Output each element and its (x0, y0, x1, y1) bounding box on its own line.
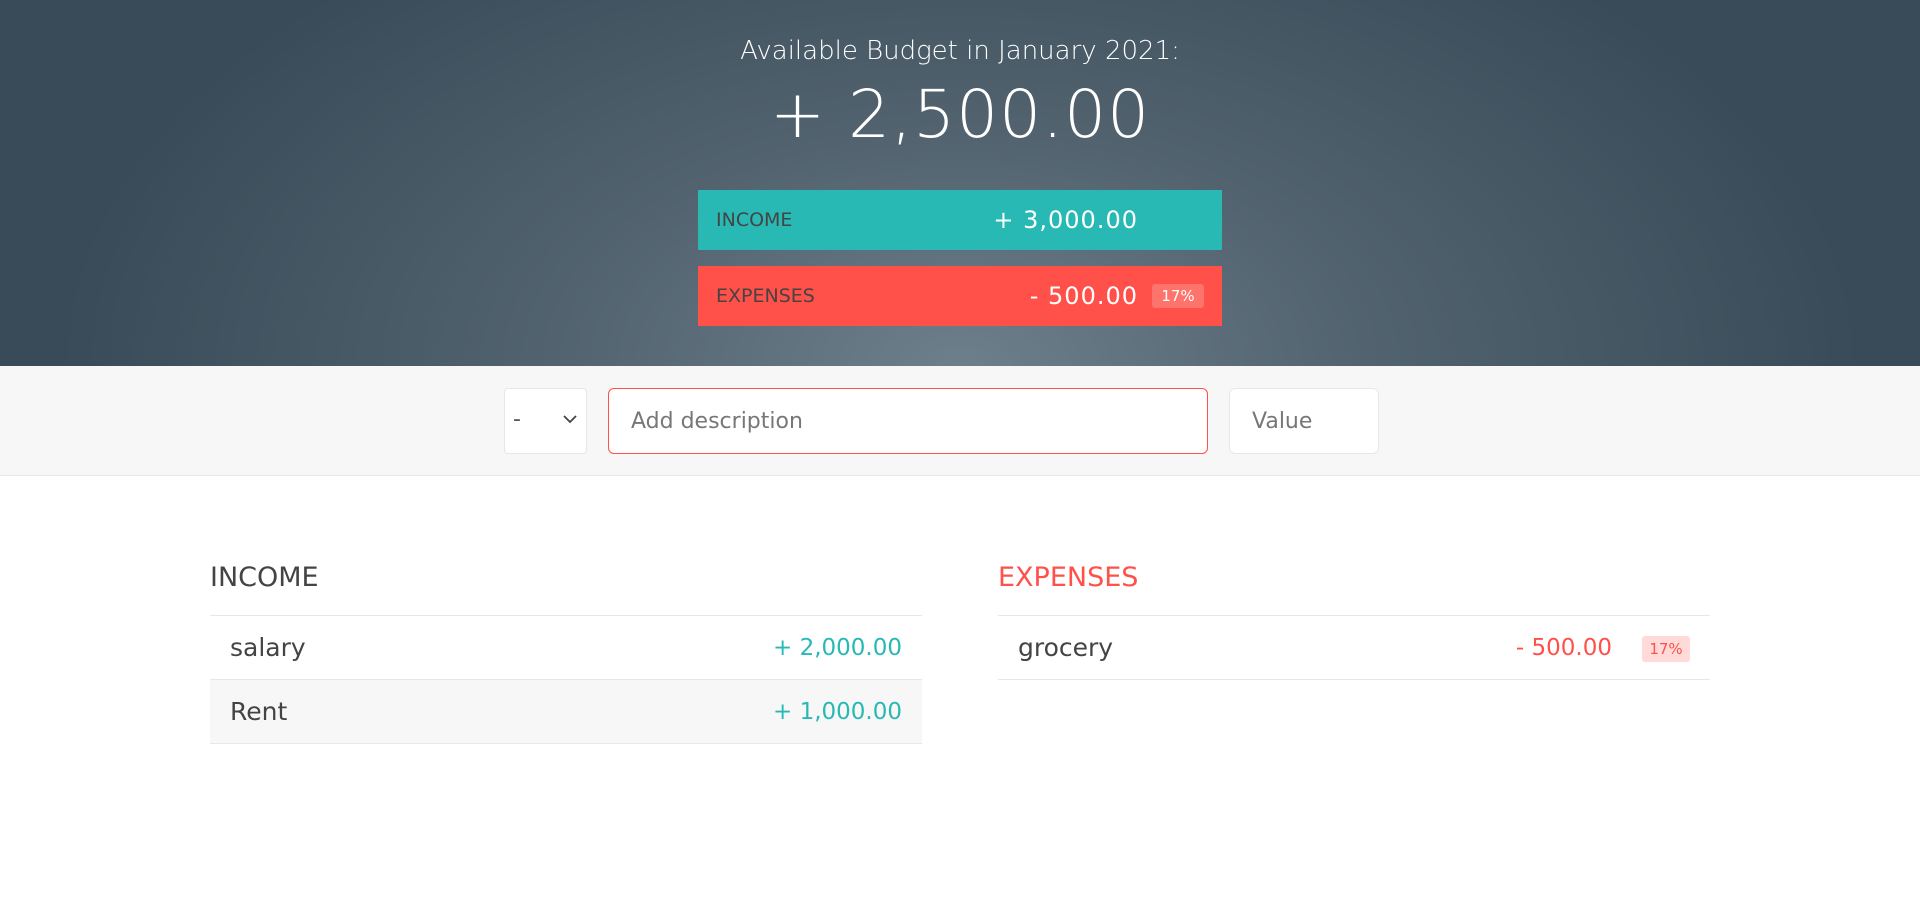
income-summary-label: Income (716, 209, 793, 231)
item-value: - 500.00 (1515, 634, 1612, 661)
description-input[interactable] (608, 388, 1208, 454)
expenses-percentage-badge: 17% (1152, 284, 1204, 308)
type-select[interactable]: - (504, 388, 587, 454)
expenses-list: Expenses grocery - 500.00 17% (998, 562, 1710, 680)
type-select-value: - (513, 407, 521, 432)
list-item[interactable]: grocery - 500.00 17% (998, 616, 1710, 680)
expenses-list-title: Expenses (998, 562, 1710, 616)
item-description: Rent (230, 697, 288, 726)
list-item[interactable]: Rent + 1,000.00 (210, 680, 922, 744)
value-input[interactable] (1229, 388, 1379, 454)
expenses-summary-label: Expenses (716, 285, 815, 307)
item-value: + 2,000.00 (772, 634, 902, 661)
budget-title: Available Budget in January 2021: (740, 36, 1180, 66)
income-summary-value: + 3,000.00 (993, 206, 1138, 234)
income-summary: Income + 3,000.00 (698, 190, 1222, 250)
income-list-title: Income (210, 562, 922, 616)
item-percentage-badge: 17% (1642, 636, 1690, 662)
add-item-bar: - (0, 366, 1920, 476)
expenses-summary: Expenses - 500.00 17% (698, 266, 1222, 326)
item-description: salary (230, 633, 306, 662)
chevron-down-icon (563, 415, 577, 424)
budget-header: Available Budget in January 2021: + 2,50… (0, 0, 1920, 366)
list-item[interactable]: salary + 2,000.00 (210, 616, 922, 680)
budget-value: + 2,500.00 (769, 76, 1151, 153)
income-list: Income salary + 2,000.00 Rent + 1,000.00 (210, 562, 922, 744)
item-value: + 1,000.00 (772, 698, 902, 725)
item-description: grocery (1018, 633, 1114, 662)
expenses-summary-value: - 500.00 (1029, 282, 1138, 310)
